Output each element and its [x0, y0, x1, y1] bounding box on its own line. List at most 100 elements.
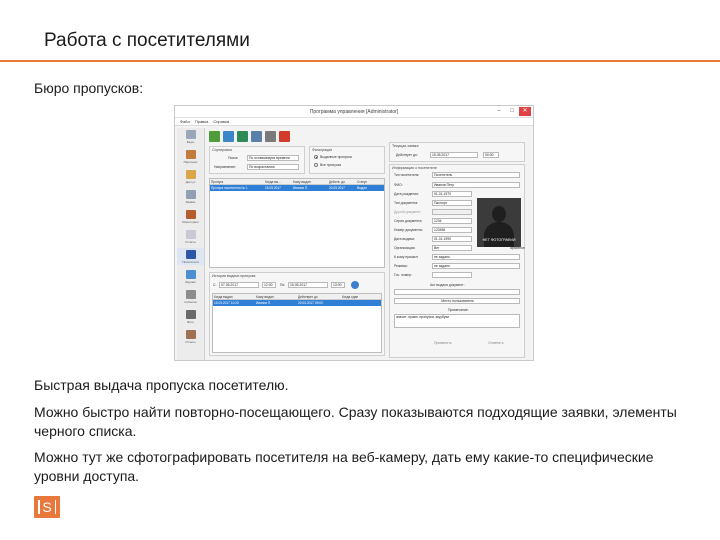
sorting-panel: Сортировка Поиск: По оставшемуся времени…	[209, 146, 305, 174]
issue-pass-icon[interactable]	[237, 130, 248, 142]
history-from-date[interactable]: 07.05.2017	[219, 282, 259, 288]
refresh-icon[interactable]	[251, 130, 262, 142]
nav-label: Отчёты	[185, 239, 196, 244]
history-to-date[interactable]: 15.05.2017	[288, 282, 328, 288]
logo-letter: S	[42, 499, 52, 515]
add-visitor-icon[interactable]	[209, 130, 220, 142]
organization-label: Организация:	[394, 246, 416, 250]
menu-help[interactable]: Справка	[213, 119, 229, 124]
close-button[interactable]: ✕	[519, 107, 531, 116]
nav-item-3[interactable]: Заявки	[177, 188, 204, 205]
col-status[interactable]: Статус	[356, 179, 384, 184]
menu-edit[interactable]: Правка	[195, 119, 209, 124]
doc-type-select[interactable]: Паспорт	[432, 200, 472, 206]
doc-series-field[interactable]: 1234	[432, 218, 472, 224]
visitor-type-select[interactable]: Посетитель	[432, 172, 520, 178]
cell: 15.05.2017	[265, 186, 281, 190]
col-issued-when[interactable]: Когда вы...	[264, 179, 292, 184]
filter-all-radio[interactable]	[314, 163, 318, 167]
valid-until-time[interactable]: 00:00	[483, 152, 499, 158]
nav-item-5[interactable]: Отчёты	[177, 228, 204, 245]
nav-item-1[interactable]: Персонал	[177, 148, 204, 165]
company-logo: S	[34, 496, 60, 518]
nav-item-9[interactable]: Фото	[177, 308, 204, 325]
nav-item-10[interactable]: Отчеты	[177, 328, 204, 345]
cell: Выдан	[357, 186, 367, 190]
nav-label: Доступ	[185, 179, 196, 184]
delete-icon[interactable]	[279, 130, 290, 142]
current-pass-panel: Текущая заявка Действует до: 15.05.2017 …	[389, 142, 525, 162]
nav-item-0[interactable]: Бюро	[177, 128, 204, 145]
note-label: Примечание:	[448, 308, 469, 312]
doc-number-field[interactable]: 123456	[432, 227, 472, 233]
user-place-button[interactable]: Место пользователя	[394, 298, 520, 304]
history-from-time[interactable]: 12:00	[262, 282, 276, 288]
filter-all-label: Все пропуска	[320, 163, 342, 167]
table-row[interactable]: Пропуск посетителя № 1 15.05.2017 Иванов…	[210, 185, 384, 191]
people-icon	[185, 149, 196, 159]
visitor-icon	[185, 249, 196, 259]
nav-item-4[interactable]: Мониторинг	[177, 208, 204, 225]
fullname-label: ФИО:	[394, 183, 403, 187]
print-icon[interactable]	[265, 130, 276, 142]
sort-direction-select[interactable]: По возрастанию	[247, 164, 299, 170]
doc-series-label: Серия документа:	[394, 219, 423, 223]
valid-until-label: Действует до:	[396, 153, 418, 157]
visitor-photo[interactable]: НЕТ ФОТОГРАФИИ	[477, 198, 521, 247]
nav-item-6[interactable]: Посетители	[177, 248, 204, 265]
nav-item-2[interactable]: Доступ	[177, 168, 204, 185]
edit-visitor-icon[interactable]	[223, 130, 234, 142]
issue-date-field[interactable]: 01.01.1990	[432, 236, 472, 242]
host-select[interactable]: не задано	[432, 254, 520, 260]
no-photo-label: НЕТ ФОТОГРАФИИ	[482, 237, 516, 242]
organization-field[interactable]: Вег	[432, 245, 472, 251]
menu-file[interactable]: Файл	[180, 119, 190, 124]
photo-icon	[185, 309, 196, 319]
birthdate-label: Дата рождения:	[394, 192, 419, 196]
person-silhouette-icon	[492, 206, 506, 222]
host-label: К кому пришел:	[394, 255, 419, 259]
paragraph-1: Быстрая выдача пропуска посетителю.	[34, 377, 289, 393]
valid-until-date[interactable]: 15.05.2017	[430, 152, 478, 158]
col-valid-to[interactable]: Действ. до	[328, 179, 356, 184]
apply-button[interactable]: Применить	[434, 341, 452, 345]
maximize-button[interactable]: □	[506, 107, 518, 116]
window-title: Программа управления [Administrator]	[309, 109, 399, 115]
person-shoulders	[484, 222, 514, 247]
modes-select[interactable]: не задано	[432, 263, 520, 269]
col-valid-to[interactable]: Действует до	[297, 294, 341, 299]
other-doc-field[interactable]	[432, 209, 472, 215]
window-titlebar: Программа управления [Administrator] – □…	[175, 106, 533, 118]
fullname-field[interactable]: Иванов Петр	[432, 182, 520, 188]
minimize-button[interactable]: –	[493, 107, 505, 116]
history-panel: История выдачи пропуска С: 07.05.2017 12…	[209, 272, 385, 356]
plate-field[interactable]	[432, 272, 472, 278]
note-field[interactable]: значит: право. пропуска. ккуубуки	[394, 314, 520, 328]
cancel-button[interactable]: Отменить	[488, 341, 504, 345]
sort-key-label: Поиск:	[228, 156, 239, 160]
col-issued-to[interactable]: Кому выдан	[255, 294, 297, 299]
col-returned[interactable]: Когда сдан	[341, 294, 381, 299]
nav-label: Бюро	[186, 139, 195, 144]
attached-doc-label: Акт выдачи документ:	[430, 283, 465, 287]
history-to-time[interactable]: 13:00	[331, 282, 345, 288]
nav-item-8[interactable]: События	[177, 288, 204, 305]
history-refresh-icon[interactable]	[351, 281, 359, 289]
col-pass[interactable]: Пропуск	[210, 179, 264, 184]
history-to-label: По:	[280, 283, 286, 287]
col-issued-to[interactable]: Кому выдан	[292, 179, 328, 184]
history-grid: Когда выдан Кому выдан Действует до Когд…	[212, 293, 382, 353]
attached-doc-field[interactable]	[394, 289, 520, 295]
paragraph-2: Можно быстро найти повторно-посещающего.…	[34, 404, 677, 439]
history-from-label: С:	[213, 283, 217, 287]
table-row[interactable]: 15.05.2017 10:20 Иванов П. 20.05.2017 09…	[213, 300, 381, 306]
cell	[341, 300, 381, 306]
birthdate-field[interactable]: 01.01.1970	[432, 191, 472, 197]
document-icon	[185, 329, 196, 339]
filter-issued-radio[interactable]	[314, 155, 318, 159]
nav-item-7[interactable]: Журнал	[177, 268, 204, 285]
cell: 20.05.2017	[329, 186, 345, 190]
logo-right-bar	[54, 500, 56, 514]
sort-key-select[interactable]: По оставшемуся времени	[247, 155, 299, 161]
col-issued-when[interactable]: Когда выдан	[213, 294, 255, 299]
